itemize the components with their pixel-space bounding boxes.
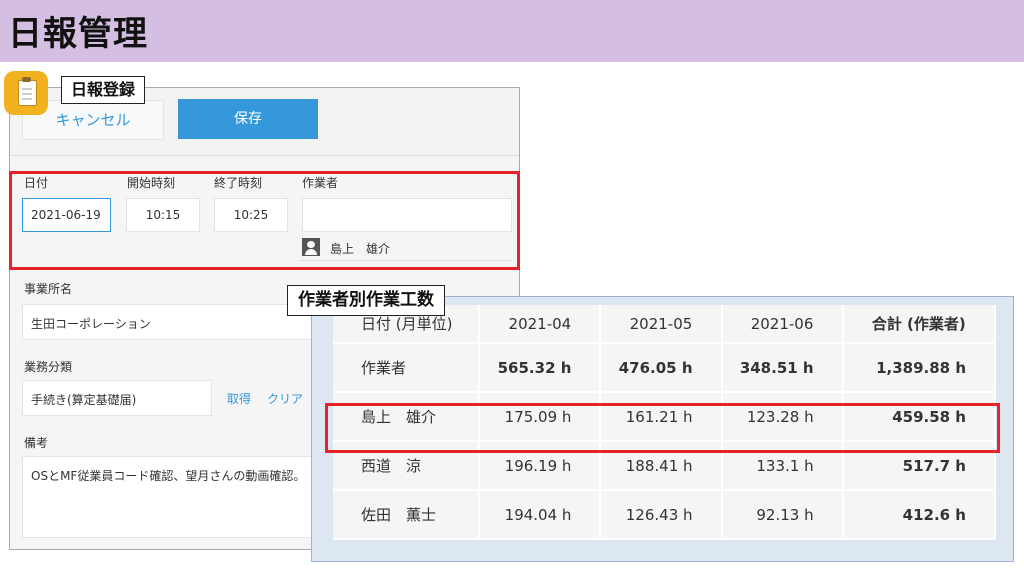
worker-row-highlight <box>325 403 1000 453</box>
row-total: 412.6 h <box>843 491 996 540</box>
clear-link[interactable]: クリア <box>267 390 303 407</box>
row-value: 194.04 h <box>480 491 602 540</box>
row-value: 565.32 h <box>480 344 602 393</box>
row-value: 476.05 h <box>601 344 723 393</box>
header-month: 2021-05 <box>601 305 723 344</box>
notes-value: OSとMF従業員コード確認、望月さんの動画確認。 <box>31 469 306 483</box>
form-callout: 日報登録 <box>61 76 146 104</box>
row-total: 1,389.88 h <box>843 344 996 393</box>
header-total: 合計 (作業者) <box>843 305 996 344</box>
category-label: 業務分類 <box>24 360 73 374</box>
header-month: 2021-04 <box>480 305 602 344</box>
table-row: 作業者 565.32 h 476.05 h 348.51 h 1,389.88 … <box>333 344 996 393</box>
row-name: 作業者 <box>333 344 481 393</box>
office-label: 事業所名 <box>24 282 73 296</box>
row-value: 126.43 h <box>601 491 723 540</box>
save-button[interactable]: 保存 <box>178 99 318 139</box>
row-name: 佐田 薫士 <box>333 491 481 540</box>
office-input[interactable]: 生田コーポレーション <box>22 304 312 340</box>
notes-label: 備考 <box>24 436 49 450</box>
date-worker-highlight <box>9 171 520 270</box>
title-bar: 日報管理 <box>0 0 1024 62</box>
category-input-value: 手続き(算定基礎届) <box>31 393 137 407</box>
row-value: 348.51 h <box>722 344 844 393</box>
fetch-link[interactable]: 取得 <box>227 390 251 407</box>
header-month: 2021-06 <box>722 305 844 344</box>
page-title: 日報管理 <box>8 14 148 54</box>
category-input[interactable]: 手続き(算定基礎届) <box>22 380 212 416</box>
clipboard-icon <box>4 71 48 115</box>
office-input-value: 生田コーポレーション <box>31 317 151 331</box>
table-row: 佐田 薫士 194.04 h 126.43 h 92.13 h 412.6 h <box>333 491 996 540</box>
summary-callout: 作業者別作業工数 <box>287 285 445 316</box>
row-value: 92.13 h <box>722 491 844 540</box>
notes-textarea[interactable]: OSとMF従業員コード確認、望月さんの動画確認。 <box>22 456 322 538</box>
